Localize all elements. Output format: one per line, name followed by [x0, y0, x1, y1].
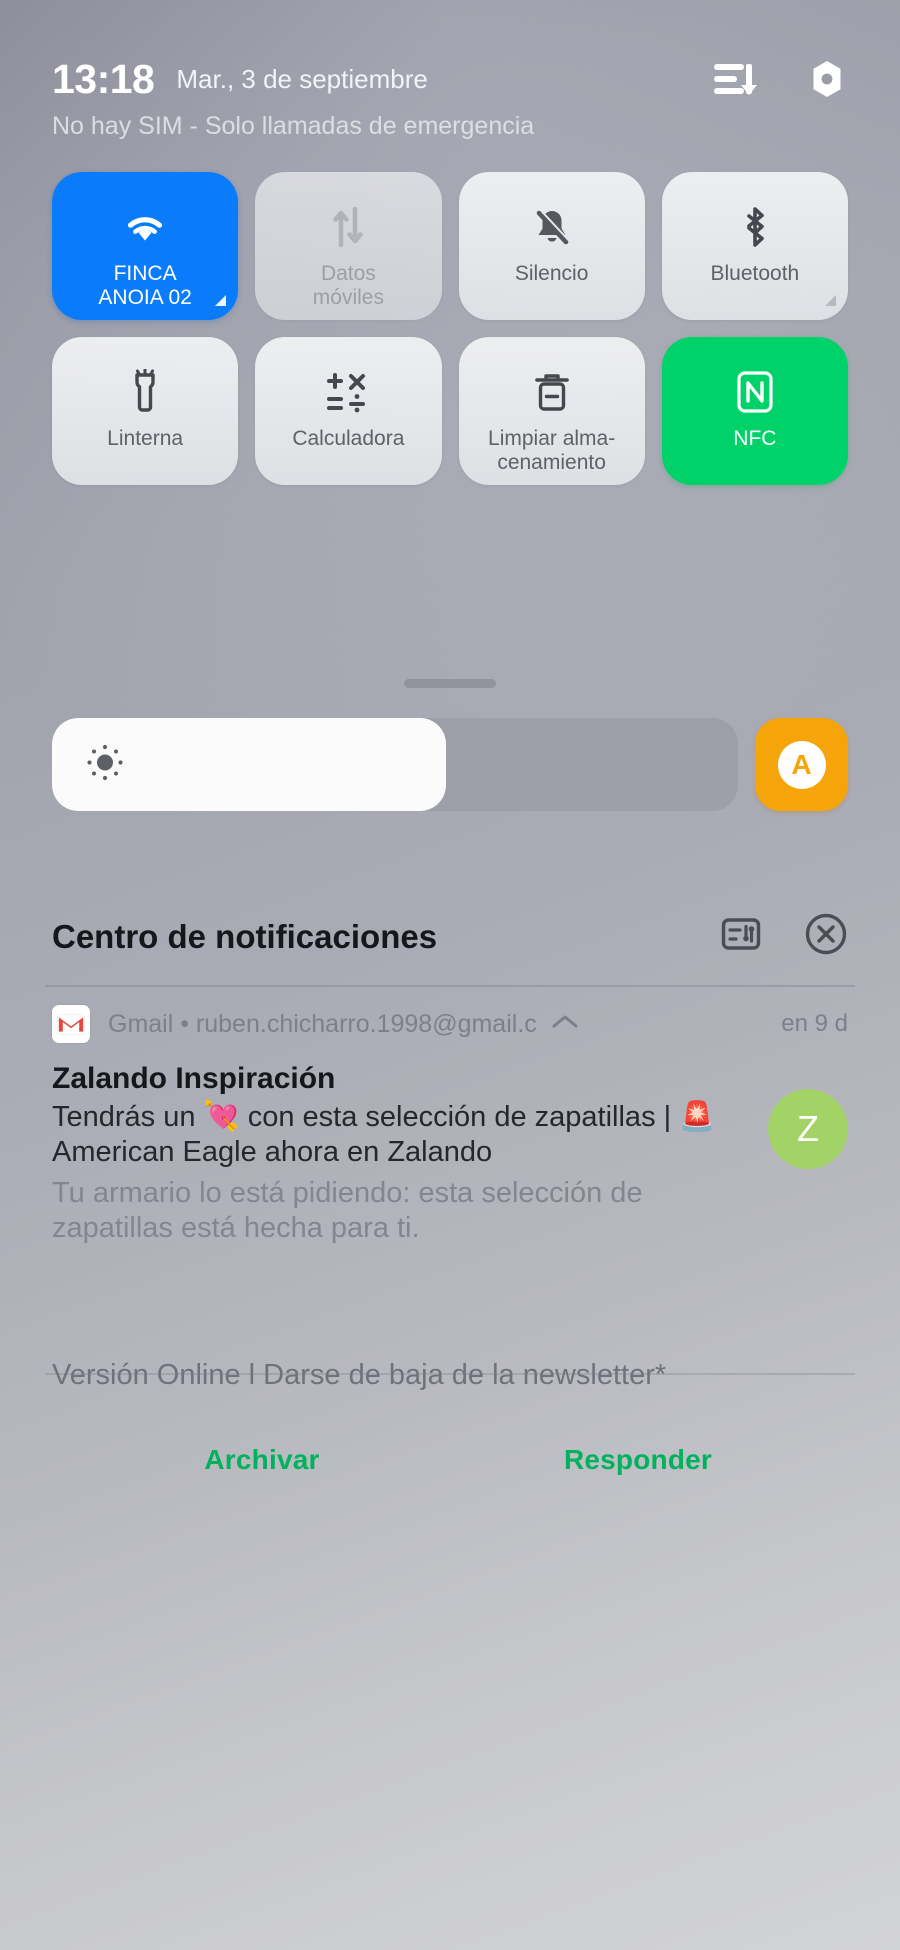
- notification-title: Zalando Inspiración: [52, 1061, 728, 1096]
- sort-list-icon[interactable]: [714, 64, 748, 94]
- qs-tile-label: Limpiar alma-cenamiento: [480, 427, 623, 474]
- qs-tile-flashlight[interactable]: Linterna: [52, 337, 238, 485]
- header-divider: [45, 985, 855, 987]
- notification-settings-icon[interactable]: [720, 913, 762, 960]
- data-transfer-icon: [328, 204, 368, 250]
- qs-tile-nfc[interactable]: NFC: [662, 337, 848, 485]
- quick-settings-row-1: FINCAANOIA 02 Datosmóviles: [52, 172, 848, 320]
- bluetooth-icon: [737, 204, 773, 250]
- notification-text: Tendrás un 💘 con esta selección de zapat…: [52, 1100, 728, 1170]
- trash-clean-icon: [531, 369, 573, 415]
- avatar: Z: [768, 1089, 848, 1169]
- chevron-up-icon[interactable]: [550, 1012, 580, 1037]
- qs-tile-calculator[interactable]: Calculadora: [255, 337, 441, 485]
- calculator-icon: [325, 369, 371, 415]
- bell-off-icon: [530, 204, 574, 250]
- quick-settings-row-2: Linterna Calculadora: [52, 337, 848, 485]
- status-header: 13:18 Mar., 3 de septiembre No hay SIM -…: [0, 58, 900, 141]
- qs-tile-label: Datosmóviles: [305, 262, 392, 309]
- gmail-icon: [52, 1005, 90, 1043]
- brightness-control: A: [52, 718, 848, 811]
- qs-tile-wifi[interactable]: FINCAANOIA 02: [52, 172, 238, 320]
- qs-tile-bluetooth[interactable]: Bluetooth: [662, 172, 848, 320]
- clock: 13:18: [52, 59, 154, 100]
- notification-app-row: Gmail • ruben.chicharro.1998@gmail.c… en…: [52, 1005, 848, 1043]
- brightness-slider[interactable]: [52, 718, 738, 811]
- qs-tile-clean-storage[interactable]: Limpiar alma-cenamiento: [459, 337, 645, 485]
- qs-tile-label: Calculadora: [284, 427, 412, 451]
- notification-subtitle: Tu armario lo está pidiendo: esta selecc…: [52, 1176, 728, 1246]
- qs-tile-label: Bluetooth: [703, 262, 808, 286]
- qs-tile-label: FINCAANOIA 02: [90, 262, 199, 309]
- notification-body: Zalando Inspiración Tendrás un 💘 con est…: [52, 1061, 848, 1246]
- date-label: Mar., 3 de septiembre: [176, 66, 427, 92]
- brightness-sun-icon: [85, 742, 125, 787]
- wifi-icon: [122, 204, 168, 250]
- qs-tile-label: NFC: [725, 427, 784, 451]
- qs-tile-silent[interactable]: Silencio: [459, 172, 645, 320]
- qs-tile-label: Silencio: [507, 262, 597, 286]
- qs-tile-mobile-data[interactable]: Datosmóviles: [255, 172, 441, 320]
- expand-corner-indicator[interactable]: [215, 295, 226, 306]
- auto-brightness-button[interactable]: A: [755, 718, 848, 811]
- archive-button[interactable]: Archivar: [74, 1444, 450, 1476]
- auto-brightness-label: A: [778, 741, 826, 789]
- notification-actions: Archivar Responder: [52, 1444, 848, 1476]
- expand-corner-indicator[interactable]: [825, 295, 836, 306]
- panel-drag-handle[interactable]: [404, 679, 496, 688]
- notification-divider: [45, 1373, 855, 1375]
- notification-timestamp: en 9 d: [781, 1010, 848, 1038]
- notification-center-header: Centro de notificaciones: [52, 912, 848, 961]
- quick-settings-panel: FINCAANOIA 02 Datosmóviles: [52, 172, 848, 485]
- flashlight-icon: [125, 369, 165, 415]
- gear-icon[interactable]: [806, 58, 848, 100]
- reply-button[interactable]: Responder: [450, 1444, 826, 1476]
- clear-all-icon[interactable]: [804, 912, 848, 961]
- nfc-icon: [734, 369, 776, 415]
- sim-status-label: No hay SIM - Solo llamadas de emergencia: [52, 112, 848, 141]
- qs-tile-label: Linterna: [99, 427, 191, 451]
- page-title: Centro de notificaciones: [52, 918, 437, 956]
- notification-card[interactable]: Gmail • ruben.chicharro.1998@gmail.c… en…: [0, 1005, 900, 1476]
- notification-app-label: Gmail • ruben.chicharro.1998@gmail.c…: [108, 1010, 538, 1039]
